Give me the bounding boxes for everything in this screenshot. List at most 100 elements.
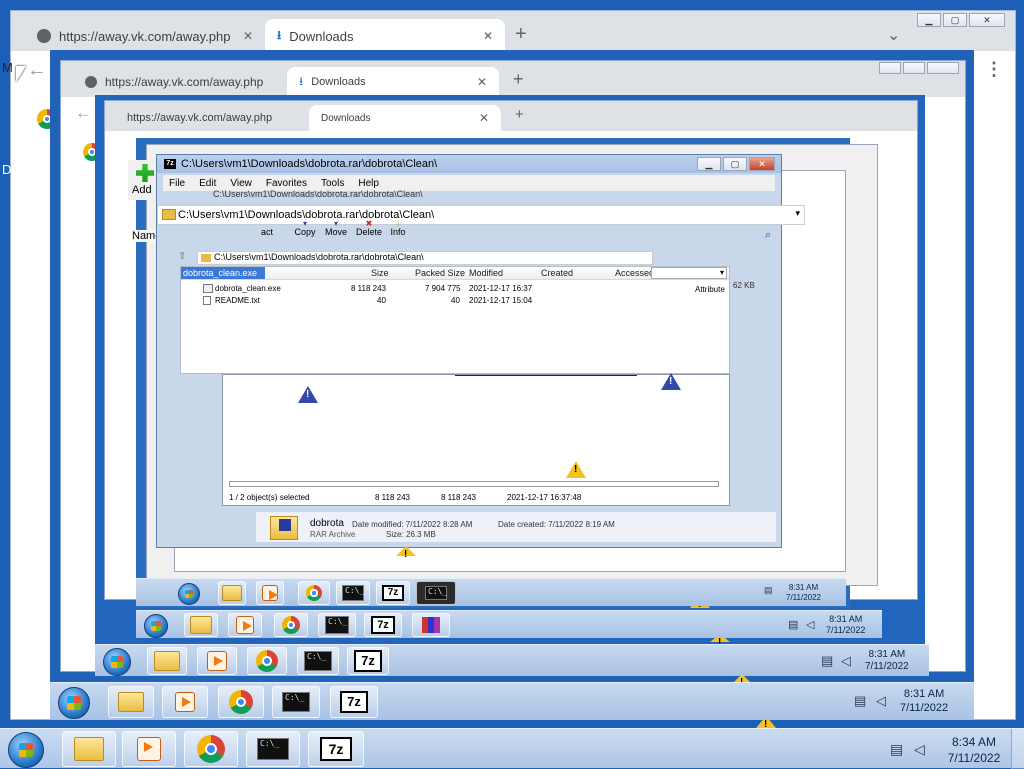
- taskbar-explorer[interactable]: [62, 731, 116, 767]
- maximize-button[interactable]: ▢: [943, 13, 967, 27]
- taskbar-cmd[interactable]: C:\_: [336, 581, 370, 605]
- taskbar-chrome[interactable]: [218, 686, 264, 718]
- copy-button[interactable]: ▾ Copy: [293, 220, 317, 238]
- taskbar-media[interactable]: [197, 647, 237, 675]
- column-size[interactable]: Size: [371, 268, 389, 278]
- taskbar-7zip-active[interactable]: C:\_: [416, 581, 456, 605]
- taskbar-chrome[interactable]: [247, 647, 287, 675]
- table-row[interactable]: dobrota_clean.exe 8 118 243 7 904 775 20…: [181, 283, 729, 295]
- new-tab-button[interactable]: +: [515, 106, 524, 123]
- taskbar-winrar[interactable]: [412, 613, 450, 637]
- tab-vk-away[interactable]: https://away.vk.com/away.php ✕: [25, 19, 265, 53]
- taskbar-chrome[interactable]: [184, 731, 238, 767]
- taskbar-media[interactable]: [162, 686, 208, 718]
- network-icon[interactable]: ▤: [890, 741, 903, 758]
- new-tab-button[interactable]: +: [515, 23, 527, 46]
- taskbar-7zip[interactable]: 7z: [364, 613, 402, 637]
- start-button[interactable]: [144, 614, 168, 638]
- column-modified[interactable]: Modified: [469, 268, 503, 278]
- taskbar-explorer[interactable]: [147, 647, 187, 675]
- start-button[interactable]: [58, 687, 90, 719]
- close-tab-icon[interactable]: ✕: [479, 111, 489, 125]
- taskbar-cmd[interactable]: C:\_: [272, 686, 320, 718]
- menu-help[interactable]: Help: [358, 178, 379, 189]
- maximize-button[interactable]: [903, 62, 925, 74]
- start-button[interactable]: [103, 648, 131, 676]
- volume-icon[interactable]: ◁: [914, 741, 925, 758]
- rename-box[interactable]: dobrota_clean.exe: [181, 267, 265, 279]
- close-tab-icon[interactable]: ✕: [483, 29, 493, 43]
- network-icon[interactable]: ▤: [854, 693, 866, 709]
- taskbar-chrome[interactable]: [274, 613, 308, 637]
- minimize-button[interactable]: [879, 62, 901, 74]
- info-button[interactable]: i Info: [387, 220, 409, 238]
- start-button[interactable]: [178, 583, 200, 605]
- close-window-button[interactable]: [927, 62, 959, 74]
- taskbar-media[interactable]: [256, 581, 284, 605]
- taskbar-explorer[interactable]: [184, 613, 218, 637]
- start-button[interactable]: [8, 732, 44, 768]
- clock[interactable]: 8:31 AM 7/11/2022: [865, 649, 909, 673]
- network-icon[interactable]: ▤: [788, 618, 798, 631]
- warning-icon: [396, 546, 416, 560]
- tab-downloads[interactable]: ⭳ Downloads ✕: [265, 19, 505, 53]
- taskbar-7zip[interactable]: 7z: [376, 581, 410, 605]
- address-bar[interactable]: C:\Users\vm1\Downloads\dobrota.rar\dobro…: [157, 205, 805, 225]
- horizontal-scrollbar[interactable]: [229, 481, 719, 487]
- inner-address-bar[interactable]: ⇧ C:\Users\vm1\Downloads\dobrota.rar\dob…: [178, 251, 653, 265]
- network-icon[interactable]: ▤: [821, 653, 833, 669]
- menu-file[interactable]: File: [169, 178, 185, 189]
- taskbar-explorer[interactable]: [218, 581, 246, 605]
- new-tab-button[interactable]: +: [513, 69, 524, 90]
- tab-search-icon[interactable]: ⌄: [887, 25, 900, 45]
- menu-dots-icon[interactable]: ⋮: [985, 59, 1003, 80]
- minimize-button[interactable]: ▁: [697, 157, 721, 171]
- column-created[interactable]: Created: [541, 268, 573, 278]
- taskbar-7zip[interactable]: 7z: [347, 647, 389, 675]
- taskbar-media[interactable]: [228, 613, 262, 637]
- move-button[interactable]: ▾ Move: [323, 220, 349, 238]
- volume-icon[interactable]: ◁: [806, 618, 814, 631]
- tab-downloads[interactable]: ⭳ Downloads ✕: [287, 67, 499, 97]
- clock[interactable]: 8:34 AM 7/11/2022: [944, 734, 1004, 766]
- tab-downloads[interactable]: Downloads ✕: [309, 105, 501, 131]
- clock[interactable]: 8:31 AM 7/11/2022: [900, 687, 948, 715]
- close-tab-icon[interactable]: ✕: [477, 75, 487, 89]
- up-folder-icon[interactable]: ⇧: [178, 251, 186, 262]
- clock[interactable]: 8:31 AM 7/11/2022: [786, 583, 821, 603]
- taskbar-chrome[interactable]: [298, 581, 330, 605]
- chevron-down-icon[interactable]: ▾: [795, 208, 800, 219]
- close-window-button[interactable]: ✕: [749, 157, 775, 171]
- taskbar-cmd[interactable]: C:\_: [318, 613, 356, 637]
- extract-button[interactable]: act: [261, 227, 273, 237]
- delete-button[interactable]: ✖ Delete: [355, 220, 383, 238]
- menu-view[interactable]: View: [230, 178, 252, 189]
- search-icon[interactable]: ⌕: [765, 229, 771, 242]
- tab-vk-away[interactable]: https://away.vk.com/away.php: [115, 105, 315, 131]
- close-tab-icon[interactable]: ✕: [243, 29, 253, 43]
- back-arrow-icon[interactable]: ←: [27, 59, 47, 82]
- tab-vk-away[interactable]: https://away.vk.com/away.php: [73, 67, 293, 97]
- accessed-dropdown[interactable]: ▾: [651, 267, 727, 279]
- clock[interactable]: 8:31 AM 7/11/2022: [826, 614, 865, 636]
- taskbar-7zip[interactable]: 7z: [308, 731, 364, 767]
- network-icon[interactable]: ▤: [764, 585, 773, 596]
- volume-icon[interactable]: ◁: [876, 693, 886, 709]
- menu-edit[interactable]: Edit: [199, 178, 216, 189]
- taskbar-cmd[interactable]: C:\_: [246, 731, 300, 767]
- table-row[interactable]: README.txt 40 40 2021-12-17 15:04: [181, 295, 729, 307]
- column-packed-size[interactable]: Packed Size: [415, 268, 465, 278]
- menu-favorites[interactable]: Favorites: [266, 178, 307, 189]
- show-desktop-button[interactable]: [1011, 729, 1024, 769]
- menu-tools[interactable]: Tools: [321, 178, 344, 189]
- volume-icon[interactable]: ◁: [841, 653, 851, 669]
- taskbar-7zip[interactable]: 7z: [330, 686, 378, 718]
- column-accessed[interactable]: Accessed: [615, 268, 654, 278]
- back-arrow-icon[interactable]: ←: [75, 103, 92, 123]
- taskbar-cmd[interactable]: C:\_: [297, 647, 339, 675]
- close-window-button[interactable]: ✕: [969, 13, 1005, 27]
- taskbar-media[interactable]: [122, 731, 176, 767]
- taskbar-explorer[interactable]: [108, 686, 154, 718]
- maximize-button[interactable]: ▢: [723, 157, 747, 171]
- minimize-button[interactable]: ▁: [917, 13, 941, 27]
